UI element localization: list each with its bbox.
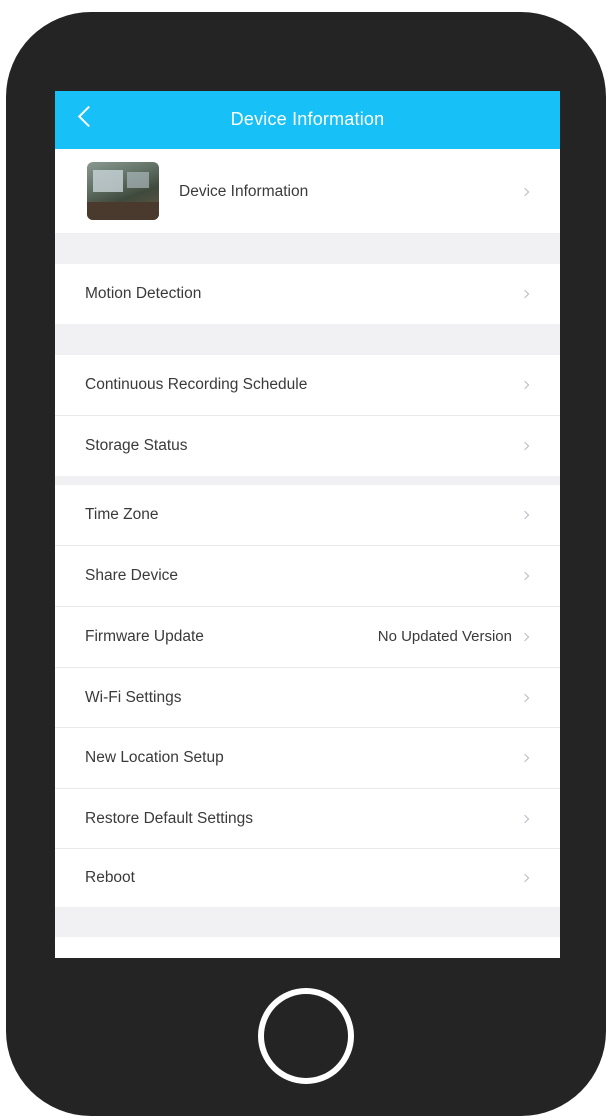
row-wifi-settings[interactable]: Wi-Fi Settings <box>55 668 560 728</box>
firmware-status-value: No Updated Version <box>377 628 512 645</box>
row-motion-detection[interactable]: Motion Detection <box>55 264 560 324</box>
device-name: Device Information <box>179 183 309 200</box>
chevron-right-icon <box>520 873 530 883</box>
row-reboot[interactable]: Reboot <box>55 849 560 907</box>
row-label: Continuous Recording Schedule <box>85 376 308 393</box>
app-screen: Device Information Device Information Mo… <box>55 91 560 958</box>
device-thumbnail <box>87 162 159 220</box>
chevron-right-icon <box>520 632 530 642</box>
row-label: Share Device <box>85 567 179 584</box>
row-continuous-recording-schedule[interactable]: Continuous Recording Schedule <box>55 355 560 415</box>
chevron-right-icon <box>520 380 530 390</box>
row-firmware-update[interactable]: Firmware Update No Updated Version <box>55 607 560 667</box>
page-title: Device Information <box>230 109 385 129</box>
row-label: Wi-Fi Settings <box>85 689 182 706</box>
row-label: Motion Detection <box>85 285 202 302</box>
row-label: Reboot <box>85 869 135 886</box>
chevron-right-icon <box>520 289 530 299</box>
row-label: Firmware Update <box>85 628 204 645</box>
row-label: New Location Setup <box>85 749 224 766</box>
row-time-zone[interactable]: Time Zone <box>55 485 560 545</box>
row-restore-default-settings[interactable]: Restore Default Settings <box>55 789 560 849</box>
chevron-right-icon <box>520 693 530 703</box>
chevron-right-icon <box>520 187 530 197</box>
list-item <box>55 937 560 958</box>
row-label: Time Zone <box>85 506 159 523</box>
home-button[interactable] <box>258 988 354 1084</box>
chevron-right-icon <box>520 753 530 763</box>
row-label: Restore Default Settings <box>85 810 254 827</box>
row-share-device[interactable]: Share Device <box>55 546 560 606</box>
chevron-right-icon <box>520 571 530 581</box>
device-info-row[interactable]: Device Information <box>55 149 560 233</box>
row-label: Storage Status <box>85 437 188 454</box>
header-bar: Device Information <box>55 91 560 149</box>
row-new-location-setup[interactable]: New Location Setup <box>55 728 560 788</box>
chevron-right-icon <box>520 510 530 520</box>
chevron-right-icon <box>520 441 530 451</box>
chevron-right-icon <box>520 814 530 824</box>
row-storage-status[interactable]: Storage Status <box>55 416 560 476</box>
